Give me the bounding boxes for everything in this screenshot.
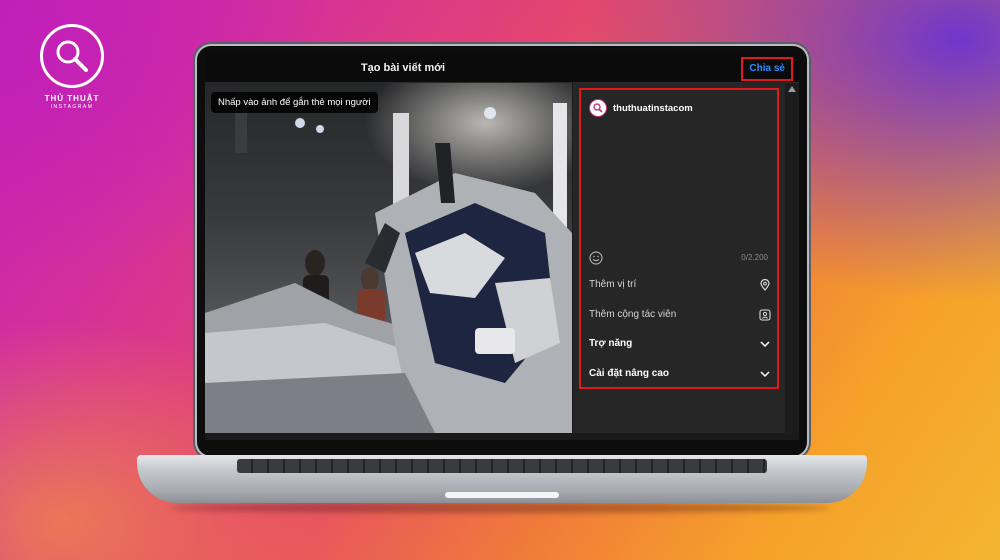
motorbike-photo-illustration [205, 93, 572, 433]
laptop-screen-bezel: Tạo bài viết mới Chia sẻ Nhấp vào ảnh để… [197, 46, 807, 456]
trackpad-notch [445, 492, 559, 498]
magnifier-icon [40, 24, 104, 88]
laptop-base [137, 455, 867, 503]
add-collaborator-row[interactable]: Thêm cộng tác viên [589, 307, 771, 323]
add-collaborator-label: Thêm cộng tác viên [589, 309, 677, 320]
add-location-row[interactable]: Thêm vị trí [589, 277, 771, 293]
scrollbar[interactable] [785, 83, 799, 433]
add-person-icon [759, 309, 771, 321]
caption-char-count: 0/2.200 [741, 253, 768, 262]
laptop-shadow [170, 503, 830, 513]
logo-text-bottom: INSTAGRAM [50, 104, 94, 110]
keyboard [237, 459, 767, 473]
brand-logo: THỦ THUẬT INSTAGRAM [34, 24, 110, 110]
post-photo[interactable]: Nhấp vào ảnh để gắn thẻ mọi người [205, 83, 572, 433]
location-pin-icon [760, 279, 770, 291]
highlight-box: thuthuatinstacom 0/2.200 Thêm vị trí Thê… [579, 88, 779, 389]
dialog-title: Tạo bài viết mới [360, 62, 446, 74]
scroll-up-arrow-icon[interactable] [788, 86, 796, 92]
share-button[interactable]: Chia sẻ [741, 57, 793, 81]
advanced-settings-label: Cài đặt nâng cao [589, 368, 670, 379]
avatar-magnifier-icon [593, 103, 603, 113]
account-username: thuthuatinstacom [613, 103, 693, 114]
accessibility-row[interactable]: Trợ năng [589, 336, 771, 352]
dialog-header: Tạo bài viết mới Chia sẻ [205, 54, 799, 83]
post-details-panel: thuthuatinstacom 0/2.200 Thêm vị trí Thê… [573, 83, 785, 433]
tag-people-hint: Nhấp vào ảnh để gắn thẻ mọi người [211, 92, 378, 113]
chevron-down-icon [760, 371, 770, 378]
add-location-label: Thêm vị trí [589, 279, 637, 290]
avatar [589, 99, 607, 117]
chevron-down-icon [760, 341, 770, 348]
emoji-icon[interactable] [589, 251, 603, 265]
logo-text-top: THỦ THUẬT [44, 94, 100, 103]
advanced-settings-row[interactable]: Cài đặt nâng cao [589, 366, 771, 382]
create-post-dialog: Tạo bài viết mới Chia sẻ Nhấp vào ảnh để… [205, 54, 799, 440]
accessibility-label: Trợ năng [589, 338, 633, 349]
